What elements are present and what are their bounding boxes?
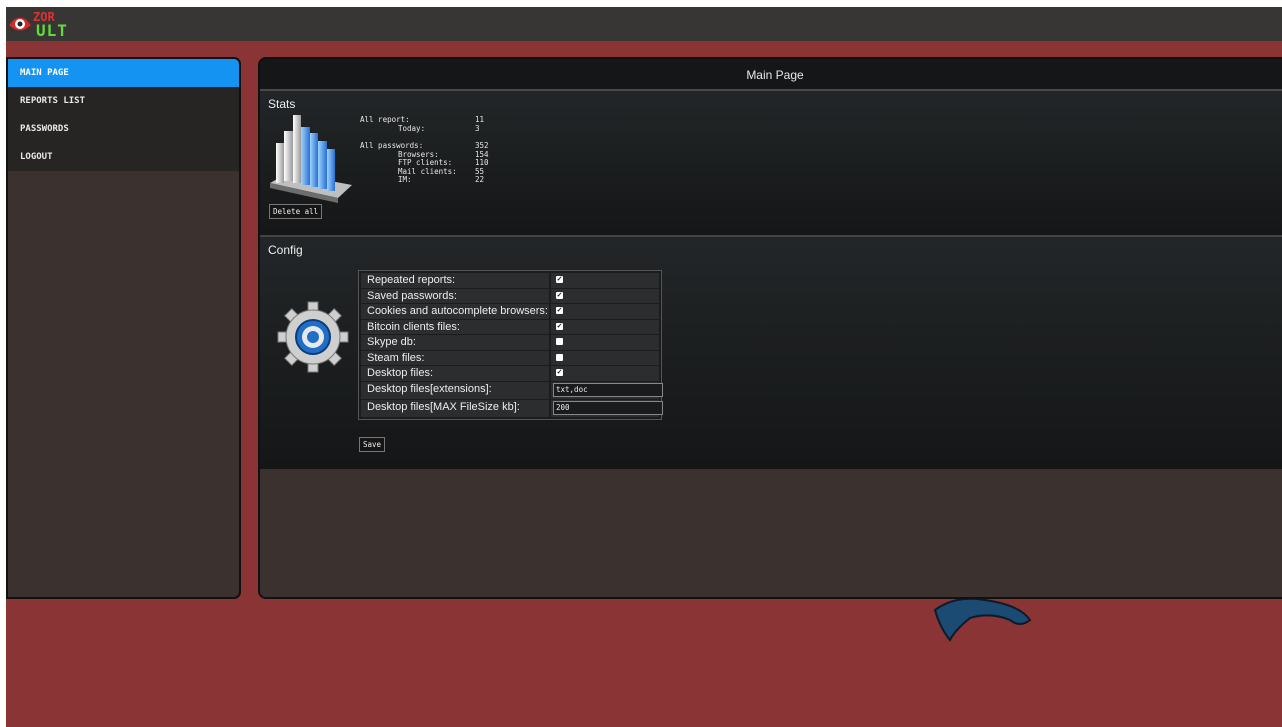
config-table: Repeated reports: ✓ Saved passwords: ✓ Coo… <box>358 270 663 420</box>
repeated-reports-checkbox[interactable]: ✓ <box>556 276 563 283</box>
main-content: Main Page Stats All report: 11 Today: 3 Al… <box>258 57 1282 599</box>
eye-logo-icon <box>9 17 31 31</box>
config-row-steam: Steam files: <box>361 350 659 365</box>
config-row-repeated-reports: Repeated reports: ✓ <box>361 273 659 288</box>
sidebar-item-logout[interactable]: LOGOUT <box>8 143 239 171</box>
saved-passwords-checkbox[interactable]: ✓ <box>556 291 563 299</box>
logo-text-bottom: ULT <box>36 21 68 40</box>
delete-all-button[interactable]: Delete all <box>269 204 323 219</box>
config-title: Config <box>268 243 303 257</box>
bar-chart-icon <box>270 115 352 203</box>
config-row-skype: Skype db: <box>361 335 659 350</box>
extensions-input[interactable]: txt,doc <box>553 382 663 397</box>
desktop-files-checkbox[interactable]: ✓ <box>556 369 563 376</box>
sidebar-nav: MAIN PAGE REPORTS LIST PASSWORDS LOGOUT <box>8 59 239 171</box>
steam-checkbox[interactable] <box>556 353 563 361</box>
stats-title: Stats <box>268 97 296 111</box>
page-title: Main Page <box>260 59 1282 91</box>
config-row-desktop-files: Desktop files: ✓ <box>361 366 659 381</box>
top-bar <box>6 7 1282 41</box>
app-logo[interactable]: ZOR ULT <box>9 10 89 40</box>
stats-panel: Stats All report: 11 Today: 3 All password… <box>260 91 1282 237</box>
max-filesize-input[interactable]: 200 <box>553 400 663 415</box>
config-panel: Config Repeated reports: ✓ Saved password… <box>260 237 1282 469</box>
config-row-max-filesize: Desktop files[MAX FileSize kb]: 200 <box>361 399 663 417</box>
skype-checkbox[interactable] <box>556 338 563 345</box>
bitcoin-checkbox[interactable]: ✓ <box>556 322 563 330</box>
sidebar-item-passwords[interactable]: PASSWORDS <box>8 115 239 143</box>
sidebar-item-main-page[interactable]: MAIN PAGE <box>8 59 239 87</box>
config-row-cookies: Cookies and autocomplete browsers: ✓ <box>361 304 659 319</box>
sidebar: MAIN PAGE REPORTS LIST PASSWORDS LOGOUT <box>6 57 241 599</box>
config-row-bitcoin: Bitcoin clients files: ✓ <box>361 319 659 334</box>
sidebar-item-reports-list[interactable]: REPORTS LIST <box>8 87 239 115</box>
save-button[interactable]: Save <box>359 437 386 452</box>
cookies-checkbox[interactable]: ✓ <box>556 307 563 314</box>
config-row-saved-passwords: Saved passwords: ✓ <box>361 288 659 303</box>
config-row-extensions: Desktop files[extensions]: txt,doc <box>361 381 663 399</box>
gear-icon <box>277 301 349 373</box>
